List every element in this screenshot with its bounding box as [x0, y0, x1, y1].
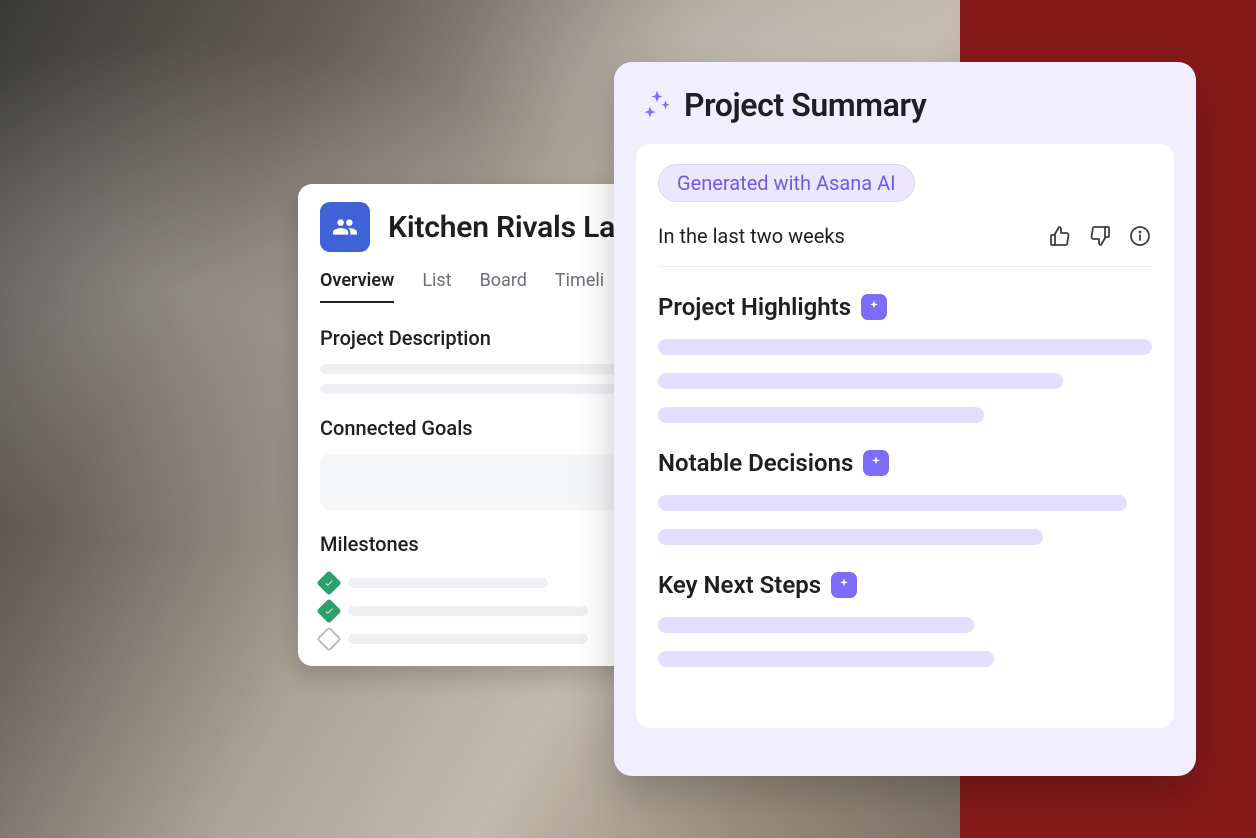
- summary-actions: [1048, 224, 1152, 248]
- highlights-heading: Project Highlights: [658, 293, 851, 321]
- project-title: Kitchen Rivals La: [388, 210, 615, 245]
- sparkle-badge-icon: [861, 294, 887, 320]
- summary-body: Generated with Asana AI In the last two …: [636, 144, 1174, 728]
- sparkle-badge-icon: [863, 450, 889, 476]
- placeholder-line: [658, 529, 1043, 545]
- summary-title: Project Summary: [684, 86, 926, 124]
- time-range-text: In the last two weeks: [658, 224, 845, 248]
- tab-overview[interactable]: Overview: [320, 270, 394, 303]
- placeholder-line: [658, 373, 1063, 389]
- decisions-heading-row: Notable Decisions: [658, 449, 1152, 477]
- highlights-content-placeholder: [658, 339, 1152, 423]
- milestone-open-icon: [316, 626, 341, 651]
- tab-list[interactable]: List: [422, 270, 451, 303]
- milestone-label-placeholder: [348, 606, 588, 616]
- sparkle-icon: [640, 88, 674, 122]
- decisions-heading: Notable Decisions: [658, 449, 853, 477]
- thumbs-up-icon[interactable]: [1048, 224, 1072, 248]
- milestone-complete-icon: [316, 598, 341, 623]
- tab-board[interactable]: Board: [480, 270, 527, 303]
- placeholder-line: [658, 617, 974, 633]
- placeholder-line: [658, 407, 984, 423]
- placeholder-line: [658, 495, 1127, 511]
- placeholder-line: [658, 651, 994, 667]
- stage: Kitchen Rivals La Overview List Board Ti…: [0, 0, 1256, 838]
- summary-header: Project Summary: [636, 86, 1174, 124]
- milestone-label-placeholder: [348, 634, 588, 644]
- divider: [658, 266, 1152, 267]
- decisions-content-placeholder: [658, 495, 1152, 545]
- milestone-complete-icon: [316, 570, 341, 595]
- milestone-label-placeholder: [348, 578, 548, 588]
- placeholder-line: [658, 339, 1152, 355]
- info-icon[interactable]: [1128, 224, 1152, 248]
- ai-badge: Generated with Asana AI: [658, 164, 915, 202]
- next-steps-content-placeholder: [658, 617, 1152, 667]
- sparkle-badge-icon: [831, 572, 857, 598]
- project-summary-card: Project Summary Generated with Asana AI …: [614, 62, 1196, 776]
- people-icon: [332, 214, 358, 240]
- project-icon[interactable]: [320, 202, 370, 252]
- highlights-heading-row: Project Highlights: [658, 293, 1152, 321]
- thumbs-down-icon[interactable]: [1088, 224, 1112, 248]
- next-steps-heading-row: Key Next Steps: [658, 571, 1152, 599]
- tab-timeline[interactable]: Timeli: [555, 270, 604, 303]
- summary-meta-row: In the last two weeks: [658, 224, 1152, 248]
- next-steps-heading: Key Next Steps: [658, 571, 821, 599]
